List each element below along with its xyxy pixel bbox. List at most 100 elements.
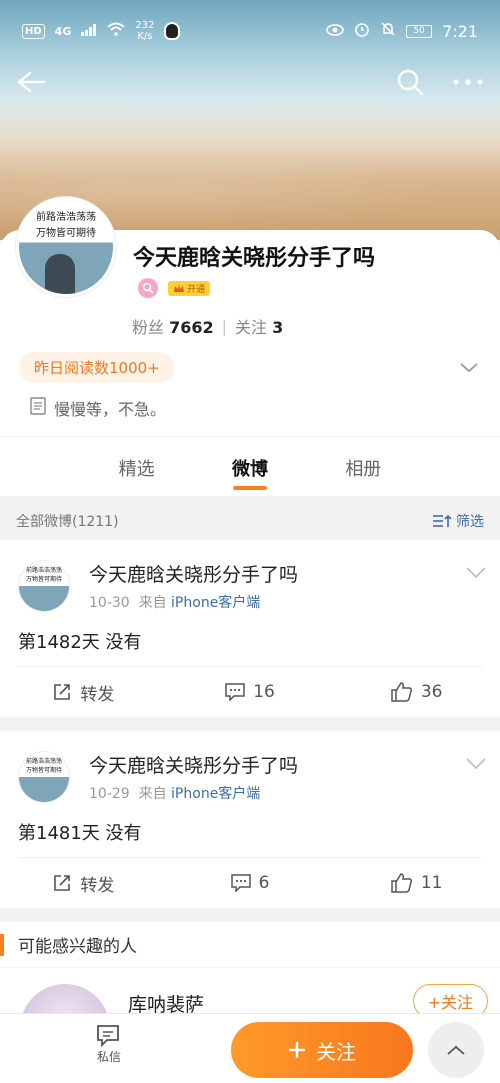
all-posts-label: 全部微博(1211) xyxy=(16,514,119,530)
speed-unit: K/s xyxy=(137,31,153,42)
profile-name: 今天鹿晗关晓彤分手了吗 xyxy=(133,246,376,271)
post-source[interactable]: iPhone客户端 xyxy=(171,786,260,802)
chevron-down-icon[interactable] xyxy=(460,358,478,377)
follow-label: 关注 xyxy=(316,1039,356,1064)
post-avatar-caption: 前路浩浩荡荡 万物皆可期待 xyxy=(19,566,69,584)
repost-label: 转发 xyxy=(80,875,115,896)
bottom-bar: 私信 关注 xyxy=(0,1013,500,1083)
post-author[interactable]: 今天鹿晗关晓彤分手了吗 xyxy=(89,751,298,778)
alarm-icon xyxy=(354,21,370,41)
post-avatar-caption-line2: 万物皆可期待 xyxy=(25,767,62,774)
eye-icon xyxy=(326,22,344,40)
bio: 慢慢等，不急。 xyxy=(30,396,166,420)
tab-featured[interactable]: 精选 xyxy=(97,437,177,496)
section-title: 可能感兴趣的人 xyxy=(0,922,500,968)
filter-label: 筛选 xyxy=(456,514,484,530)
chevron-down-icon[interactable] xyxy=(466,755,486,774)
avatar[interactable]: 前路浩浩荡荡 万物皆可期待 xyxy=(16,197,116,297)
avatar-caption: 前路浩浩荡荡 万物皆可期待 xyxy=(19,210,113,242)
tab-weibo[interactable]: 微博 xyxy=(210,437,290,496)
post-card[interactable]: 前路浩浩荡荡 万物皆可期待 今天鹿晗关晓彤分手了吗 10-29 来自 iPhon… xyxy=(0,731,500,908)
vip-label: 开通 xyxy=(187,284,206,295)
avatar-image: 前路浩浩荡荡 万物皆可期待 xyxy=(19,200,113,294)
search-icon[interactable] xyxy=(396,68,424,96)
comment-button[interactable]: 6 xyxy=(167,858,334,908)
filter-bar: 全部微博(1211) 筛选 xyxy=(0,504,500,538)
post-from: 来自 xyxy=(138,786,167,802)
message-button[interactable]: 私信 xyxy=(96,1024,122,1065)
mute-icon xyxy=(380,21,396,41)
post-author[interactable]: 今天鹿晗关晓彤分手了吗 xyxy=(89,560,298,587)
hd-badge: HD xyxy=(22,23,45,39)
post-actions: 转发 16 36 xyxy=(0,667,500,717)
more-icon[interactable] xyxy=(452,78,484,86)
post-text: 第1481天 没有 xyxy=(18,823,142,844)
post-avatar-caption-line1: 前路浩浩荡荡 xyxy=(25,567,62,574)
clock: 7:21 xyxy=(442,21,478,41)
filter-icon xyxy=(433,514,452,527)
avatar-caption-line2: 万物皆可期待 xyxy=(36,228,96,239)
badges: 开通 xyxy=(138,278,211,298)
comment-count: 16 xyxy=(253,682,275,702)
post-avatar-caption-line2: 万物皆可期待 xyxy=(25,576,62,583)
profile-card: 前路浩浩荡荡 万物皆可期待 今天鹿晗关晓彤分手了吗 开通 粉丝 7662 | 关… xyxy=(0,197,500,436)
net-speed: 232 K/s xyxy=(135,20,154,42)
fans-stat[interactable]: 粉丝 7662 xyxy=(132,314,214,338)
profile-stats: 粉丝 7662 | 关注 3 xyxy=(132,314,283,338)
post-text: 第1482天 没有 xyxy=(18,632,142,653)
follow-stat[interactable]: 关注 3 xyxy=(235,314,283,338)
chevron-up-icon xyxy=(447,1045,465,1055)
vip-badge[interactable]: 开通 xyxy=(168,280,211,296)
post-card[interactable]: 前路浩浩荡荡 万物皆可期待 今天鹿晗关晓彤分手了吗 10-30 来自 iPhon… xyxy=(0,540,500,717)
fans-label: 粉丝 xyxy=(132,318,165,337)
post-avatar-caption-line1: 前路浩浩荡荡 xyxy=(25,758,62,765)
follow-button[interactable]: 关注 xyxy=(231,1022,413,1078)
status-bar: HD 4G 232 K/s 50 7:21 xyxy=(0,0,500,62)
scroll-top-button[interactable] xyxy=(428,1022,484,1078)
back-arrow-icon[interactable] xyxy=(16,70,46,94)
stats-separator: | xyxy=(221,316,228,336)
comment-icon xyxy=(225,683,245,701)
nav-bar xyxy=(0,62,500,102)
follow-count: 3 xyxy=(272,318,284,337)
post-date: 10-30 xyxy=(89,595,130,611)
read-count-tag[interactable]: 昨日阅读数1000+ xyxy=(20,352,174,383)
like-button[interactable]: 11 xyxy=(333,858,500,908)
speed-value: 232 xyxy=(135,20,155,31)
message-label: 私信 xyxy=(96,1050,121,1064)
repost-button[interactable]: 转发 xyxy=(0,858,167,908)
repost-label: 转发 xyxy=(80,684,115,705)
thumbs-up-icon xyxy=(391,682,412,702)
document-icon xyxy=(30,397,46,419)
filter-button[interactable]: 筛选 xyxy=(432,511,484,531)
bio-text: 慢慢等，不急。 xyxy=(54,400,167,419)
post-avatar-caption: 前路浩浩荡荡 万物皆可期待 xyxy=(19,757,69,775)
chevron-down-icon[interactable] xyxy=(466,564,486,583)
battery-icon: 50 xyxy=(406,24,433,38)
level-badge-icon[interactable] xyxy=(138,278,158,298)
thumbs-up-icon xyxy=(391,873,412,893)
post-meta: 10-30 来自 iPhone客户端 xyxy=(89,592,260,612)
avatar-caption-line1: 前路浩浩荡荡 xyxy=(36,212,96,223)
plus-icon xyxy=(289,1042,305,1058)
avatar-figure xyxy=(45,254,75,294)
crown-icon xyxy=(174,284,184,292)
network-type: 4G xyxy=(54,24,72,38)
post-avatar[interactable]: 前路浩浩荡荡 万物皆可期待 xyxy=(18,751,70,803)
post-from: 来自 xyxy=(138,595,167,611)
post-actions: 转发 6 11 xyxy=(0,858,500,908)
message-icon xyxy=(97,1025,119,1048)
tab-bar: 精选 微博 相册 xyxy=(0,436,500,496)
repost-button[interactable]: 转发 xyxy=(0,667,167,717)
post-avatar[interactable]: 前路浩浩荡荡 万物皆可期待 xyxy=(18,560,70,612)
like-count: 11 xyxy=(420,873,443,893)
comment-button[interactable]: 16 xyxy=(167,667,334,717)
fans-count: 7662 xyxy=(169,318,214,337)
comment-count: 6 xyxy=(258,873,270,893)
post-source[interactable]: iPhone客户端 xyxy=(171,595,260,611)
like-button[interactable]: 36 xyxy=(333,667,500,717)
wifi-icon xyxy=(107,22,126,40)
post-date: 10-29 xyxy=(89,786,130,802)
follow-label: 关注 xyxy=(235,318,268,337)
tab-album[interactable]: 相册 xyxy=(323,437,403,496)
